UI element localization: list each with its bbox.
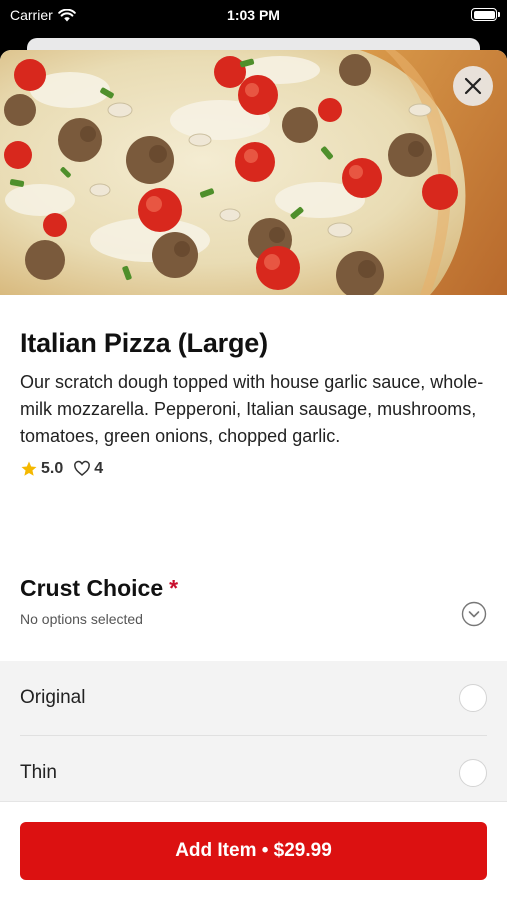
option-label: Thin <box>20 761 57 783</box>
option-thin[interactable]: Thin <box>20 735 487 809</box>
item-detail-sheet: Italian Pizza (Large) Our scratch dough … <box>0 50 507 900</box>
radio-button[interactable] <box>459 684 487 712</box>
section-title-label: Crust Choice <box>20 575 164 601</box>
option-label: Original <box>20 687 86 708</box>
heart-icon <box>74 460 91 476</box>
clock: 1:03 PM <box>227 7 280 23</box>
item-stats: 5.0 4 <box>20 460 487 478</box>
close-button[interactable] <box>453 66 493 106</box>
option-original[interactable]: Original <box>20 661 487 735</box>
chevron-down-icon[interactable] <box>461 601 487 627</box>
crust-options-list: Original Thin <box>0 661 507 801</box>
add-item-button[interactable]: Add Item • $29.99 <box>20 822 487 880</box>
radio-button[interactable] <box>459 759 487 787</box>
likes[interactable]: 4 <box>73 460 103 478</box>
likes-count: 4 <box>94 460 104 477</box>
rating: 5.0 <box>20 460 63 478</box>
required-marker: * <box>169 575 179 601</box>
close-icon <box>464 77 482 95</box>
section-title: Crust Choice * <box>20 575 178 602</box>
battery-icon <box>471 8 500 21</box>
footer-bar: Add Item • $29.99 <box>0 801 507 900</box>
rating-value: 5.0 <box>41 460 64 477</box>
item-title: Italian Pizza (Large) <box>20 328 268 358</box>
status-bar: Carrier 1:03 PM <box>0 0 507 30</box>
item-description: Our scratch dough topped with house garl… <box>20 372 484 446</box>
star-icon <box>21 461 37 476</box>
item-info: Italian Pizza (Large) Our scratch dough … <box>20 328 487 478</box>
item-photo <box>0 50 507 295</box>
section-subtitle: No options selected <box>20 611 143 627</box>
crust-choice-header[interactable]: Crust Choice * No options selected <box>0 565 507 661</box>
